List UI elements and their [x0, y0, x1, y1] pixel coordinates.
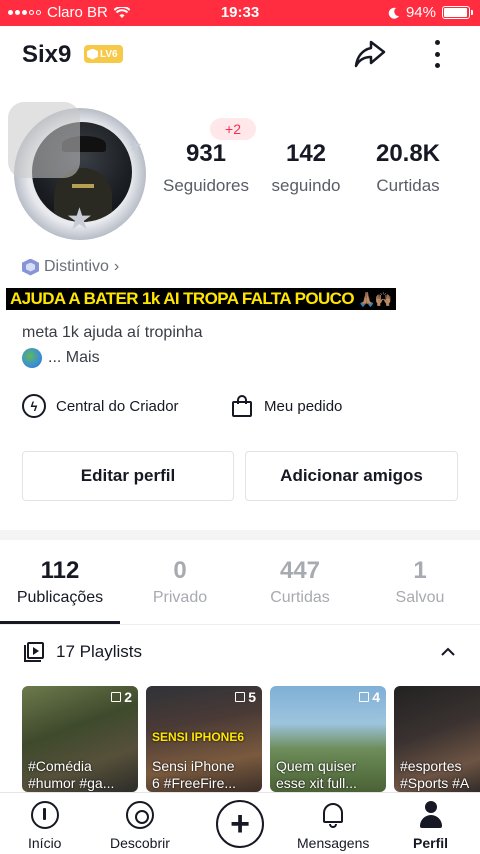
edit-profile-button[interactable]: Editar perfil [22, 451, 234, 501]
caption-emojis: 🙏🏽🙌🏽 [358, 291, 392, 307]
username: Six9 [22, 41, 72, 68]
share-arrow-icon [354, 40, 386, 68]
bio-text: meta 1k ajuda aí tropinha [22, 324, 203, 341]
lightning-icon: ϟ [22, 394, 46, 418]
bell-icon [319, 801, 347, 829]
followers-stat[interactable]: 931 Seguidores [156, 140, 256, 196]
shopping-bag-icon [230, 394, 254, 418]
badge-link-label: Distintivo [44, 258, 109, 275]
level-badge[interactable]: LV6 [84, 45, 123, 63]
compass-icon [125, 801, 154, 829]
share-button[interactable] [352, 36, 388, 72]
home-icon [30, 801, 59, 829]
frame-star-small-icon: ★ [128, 138, 143, 155]
playlist-carousel[interactable]: 2 #Comédia #humor #ga... 5 SENSI IPHONE6… [22, 686, 480, 792]
status-bar: Claro BR 19:33 94% [0, 0, 480, 26]
creator-center-label: Central do Criador [56, 397, 179, 415]
bio-more-label: ... Mais [48, 349, 100, 366]
my-order-label: Meu pedido [264, 397, 343, 415]
playlist-icon [24, 642, 44, 662]
more-options-button[interactable] [426, 38, 448, 70]
tab-divider [0, 624, 480, 625]
creator-center-link[interactable]: ϟ Central do Criador [22, 394, 179, 418]
my-order-link[interactable]: Meu pedido [230, 394, 342, 418]
chevron-right-icon: › [113, 258, 120, 275]
playlist-card[interactable]: 4 Quem quiser esse xit full... [270, 686, 386, 792]
create-button[interactable]: + [216, 800, 264, 848]
battery-percent: 94% [405, 4, 436, 21]
level-hex-icon [87, 48, 98, 60]
frame-star-icon: ★ [66, 203, 93, 236]
badge-link[interactable]: Distintivo › [22, 258, 119, 276]
playlist-card[interactable]: 2 #Comédia #humor #ga... [22, 686, 138, 792]
stack-icon [235, 692, 246, 702]
profile-header: Six9 LV6 [0, 26, 480, 82]
following-stat[interactable]: 142 seguindo [262, 140, 350, 196]
badge-hex-icon [22, 258, 39, 276]
nav-messages[interactable]: Mensagens [297, 801, 369, 851]
playlists-count-label: 17 Playlists [56, 642, 142, 661]
section-divider [0, 530, 480, 540]
followers-delta-badge: +2 [210, 118, 256, 140]
playlist-card[interactable]: #esportes #Sports #A [394, 686, 480, 792]
avatar[interactable]: ★ ★ [8, 102, 148, 242]
playlist-card[interactable]: 5 SENSI IPHONE6 Sensi iPhone 6 #FreeFire… [146, 686, 262, 792]
level-label: LV6 [100, 48, 118, 60]
stack-icon [111, 692, 122, 702]
battery-icon [442, 6, 473, 19]
likes-stat[interactable]: 20.8K Curtidas [362, 140, 454, 196]
caption-overlay: AJUDA A BATER 1k AI TROPA FALTA POUCO 🙏🏽… [6, 288, 396, 310]
nav-discover[interactable]: Descobrir [110, 801, 170, 851]
nav-profile[interactable]: Perfil [413, 801, 448, 851]
tab-liked[interactable]: 447 Curtidas [240, 557, 360, 607]
moon-icon [388, 7, 399, 19]
stack-icon [359, 692, 370, 702]
bio-more[interactable]: ... Mais [22, 348, 100, 368]
tab-publications[interactable]: 112 Publicações [0, 557, 120, 607]
thumbnail-overlay-text: SENSI IPHONE6 [152, 730, 245, 744]
tab-saved[interactable]: 1 Salvou [360, 557, 480, 607]
tab-private[interactable]: 0 Privado [120, 557, 240, 607]
add-friends-button[interactable]: Adicionar amigos [245, 451, 458, 501]
nav-home[interactable]: Início [28, 801, 61, 851]
globe-icon [22, 348, 42, 368]
playlists-header[interactable]: 17 Playlists [24, 642, 142, 662]
chevron-up-icon[interactable] [438, 642, 458, 662]
person-icon [417, 801, 445, 829]
